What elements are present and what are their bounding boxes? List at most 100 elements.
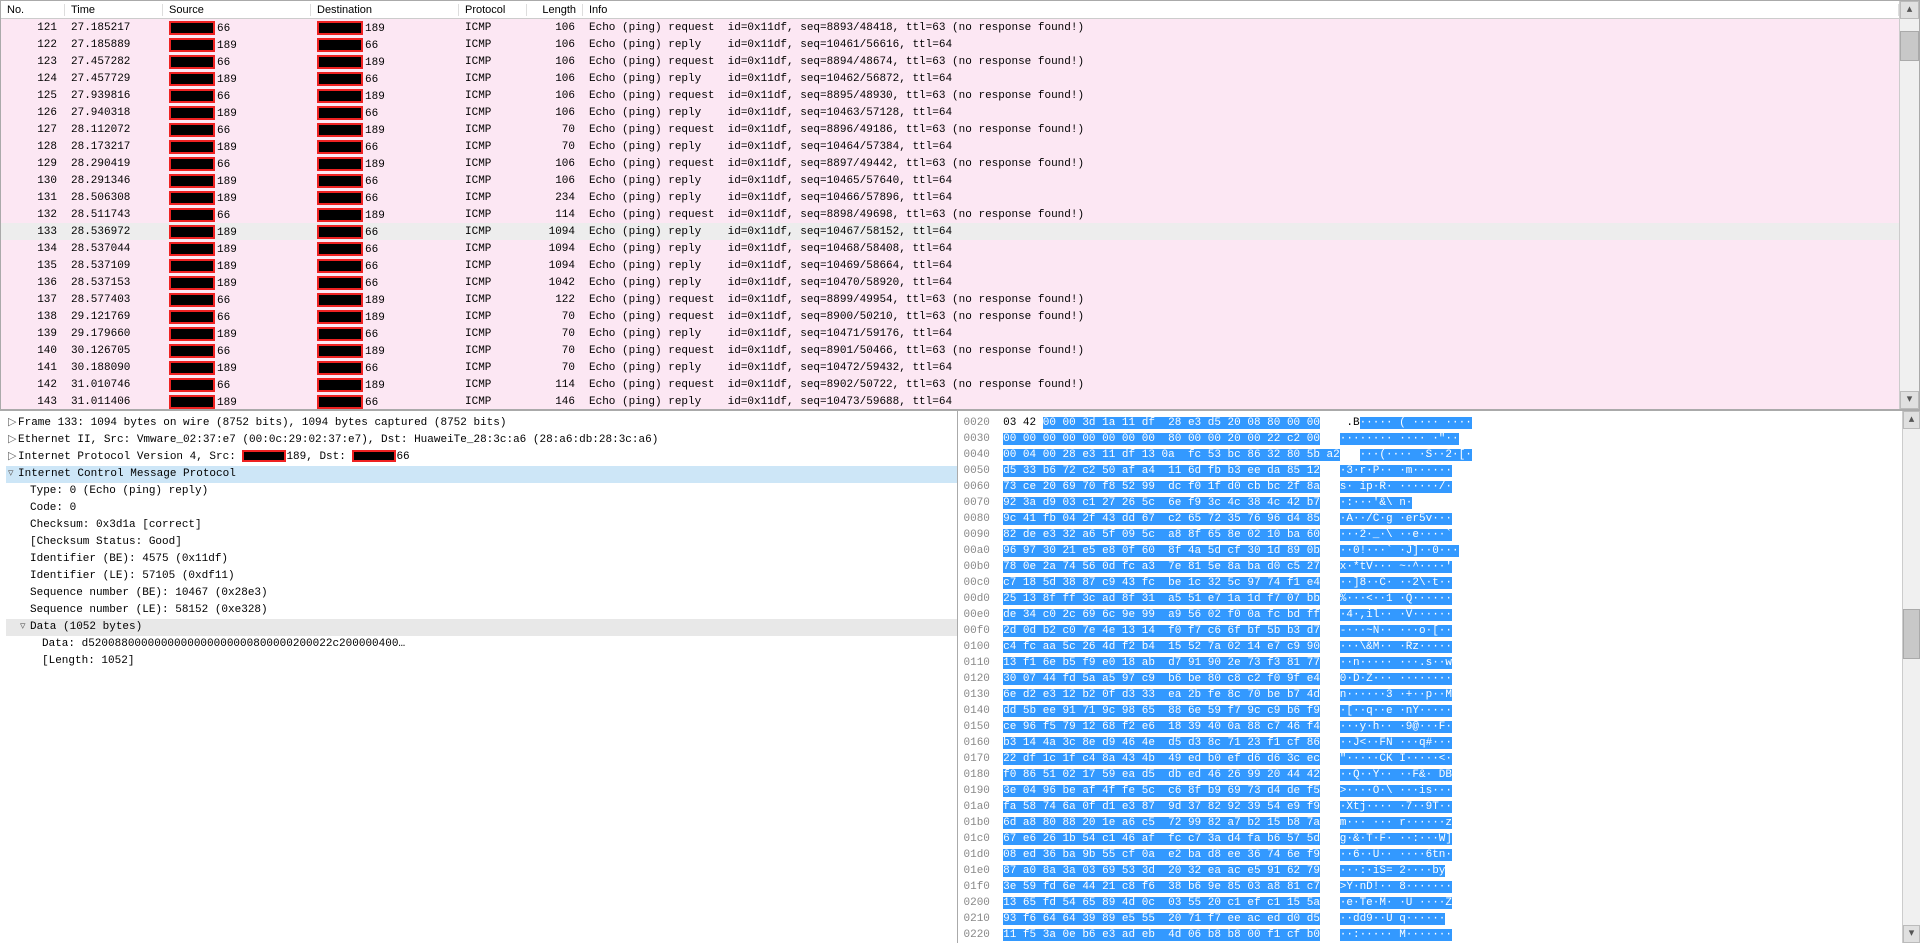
scroll-up-icon[interactable]: ▴ (1903, 411, 1920, 429)
detail-checksum[interactable]: Checksum: 0x3d1a [correct] (6, 517, 957, 534)
hex-line[interactable]: 0070 92 3a d9 03 c1 27 26 5c 6e f9 3c 4c… (964, 495, 1915, 511)
table-row[interactable]: 13628.53715318966ICMP1042Echo (ping) rep… (1, 274, 1899, 291)
hex-line[interactable]: 0060 73 ce 20 69 70 f8 52 99 dc f0 1f d0… (964, 479, 1915, 495)
detail-code[interactable]: Code: 0 (6, 500, 957, 517)
packet-list-scrollbar[interactable]: ▴ ▾ (1899, 1, 1919, 409)
table-row[interactable]: 12527.93981666189ICMP106Echo (ping) requ… (1, 87, 1899, 104)
redacted-source (169, 123, 215, 137)
scroll-up-icon[interactable]: ▴ (1900, 1, 1919, 19)
table-row[interactable]: 12327.45728266189ICMP106Echo (ping) requ… (1, 53, 1899, 70)
hex-line[interactable]: 01a0 fa 58 74 6a 0f d1 e3 87 9d 37 82 92… (964, 799, 1915, 815)
hex-line[interactable]: 0080 9c 41 fb 04 2f 43 dd 67 c2 65 72 35… (964, 511, 1915, 527)
hex-line[interactable]: 0090 82 de e3 32 a6 5f 09 5c a8 8f 65 8e… (964, 527, 1915, 543)
redacted-destination (317, 21, 363, 35)
col-header-destination[interactable]: Destination (311, 4, 459, 16)
detail-data-node[interactable]: ▿Data (1052 bytes) (6, 619, 957, 636)
col-header-info[interactable]: Info (583, 4, 1899, 16)
table-row[interactable]: 13328.53697218966ICMP1094Echo (ping) rep… (1, 223, 1899, 240)
table-row[interactable]: 12728.11207266189ICMP70Echo (ping) reque… (1, 121, 1899, 138)
col-header-time[interactable]: Time (65, 4, 163, 16)
detail-id-le[interactable]: Identifier (LE): 57105 (0xdf11) (6, 568, 957, 585)
hex-line[interactable]: 00e0 de 34 c0 2c 69 6c 9e 99 a9 56 02 f0… (964, 607, 1915, 623)
hex-line[interactable]: 0050 d5 33 b6 72 c2 50 af a4 11 6d fb b3… (964, 463, 1915, 479)
hex-line[interactable]: 0200 13 65 fd 54 65 89 4d 0c 03 55 20 c1… (964, 895, 1915, 911)
table-row[interactable]: 12227.18588918966ICMP106Echo (ping) repl… (1, 36, 1899, 53)
table-row[interactable]: 13028.29134618966ICMP106Echo (ping) repl… (1, 172, 1899, 189)
packet-header-row[interactable]: No. Time Source Destination Protocol Len… (1, 1, 1899, 19)
table-row[interactable]: 12427.45772918966ICMP106Echo (ping) repl… (1, 70, 1899, 87)
table-row[interactable]: 12928.29041966189ICMP106Echo (ping) requ… (1, 155, 1899, 172)
hex-line[interactable]: 0100 c4 fc aa 5c 26 4d f2 b4 15 52 7a 02… (964, 639, 1915, 655)
col-header-no[interactable]: No. (1, 4, 65, 16)
redacted-source (169, 225, 215, 239)
table-row[interactable]: 14030.12670566189ICMP70Echo (ping) reque… (1, 342, 1899, 359)
detail-id-be[interactable]: Identifier (BE): 4575 (0x11df) (6, 551, 957, 568)
detail-type[interactable]: Type: 0 (Echo (ping) reply) (6, 483, 957, 500)
table-row[interactable]: 13428.53704418966ICMP1094Echo (ping) rep… (1, 240, 1899, 257)
table-row[interactable]: 13728.57740366189ICMP122Echo (ping) requ… (1, 291, 1899, 308)
hex-line[interactable]: 0210 93 f6 64 64 39 89 e5 55 20 71 f7 ee… (964, 911, 1915, 927)
hex-line[interactable]: 0170 22 df 1c 1f c4 8a 43 4b 49 ed b0 ef… (964, 751, 1915, 767)
hex-line[interactable]: 0120 30 07 44 fd 5a a5 97 c9 b6 be 80 c8… (964, 671, 1915, 687)
table-row[interactable]: 13528.53710918966ICMP1094Echo (ping) rep… (1, 257, 1899, 274)
hex-line[interactable]: 00d0 25 13 8f ff 3c ad 8f 31 a5 51 e7 1a… (964, 591, 1915, 607)
detail-frame[interactable]: ▷Frame 133: 1094 bytes on wire (8752 bit… (6, 415, 957, 432)
detail-seq-le[interactable]: Sequence number (LE): 58152 (0xe328) (6, 602, 957, 619)
hex-dump-pane[interactable]: 0020 03 42 00 00 3d 1a 11 df 28 e3 d5 20… (958, 411, 1920, 943)
hex-line[interactable]: 00b0 78 0e 2a 74 56 0d fc a3 7e 81 5e 8a… (964, 559, 1915, 575)
detail-seq-be[interactable]: Sequence number (BE): 10467 (0x28e3) (6, 585, 957, 602)
scroll-thumb[interactable] (1903, 609, 1920, 659)
table-row[interactable]: 14130.18809018966ICMP70Echo (ping) reply… (1, 359, 1899, 376)
redacted-destination (317, 89, 363, 103)
hex-line[interactable]: 0140 dd 5b ee 91 71 9c 98 65 88 6e 59 f7… (964, 703, 1915, 719)
redacted-ip-src (242, 450, 286, 462)
col-header-length[interactable]: Length (527, 4, 583, 16)
table-row[interactable]: 13128.50630818966ICMP234Echo (ping) repl… (1, 189, 1899, 206)
detail-data-value[interactable]: Data: d520088000000000000000000080000020… (6, 636, 957, 653)
scroll-down-icon[interactable]: ▾ (1900, 391, 1919, 409)
packet-detail-pane[interactable]: ▷Frame 133: 1094 bytes on wire (8752 bit… (0, 411, 958, 943)
col-header-source[interactable]: Source (163, 4, 311, 16)
hex-line[interactable]: 0150 ce 96 f5 79 12 68 f2 e6 18 39 40 0a… (964, 719, 1915, 735)
hex-line[interactable]: 0040 00 04 00 28 e3 11 df 13 0a fc 53 bc… (964, 447, 1915, 463)
hex-line[interactable]: 00f0 2d 0d b2 c0 7e 4e 13 14 f0 f7 c6 6f… (964, 623, 1915, 639)
detail-ip[interactable]: ▷Internet Protocol Version 4, Src: 189, … (6, 449, 957, 466)
detail-icmp[interactable]: ▿Internet Control Message Protocol (6, 466, 957, 483)
hex-line[interactable]: 00c0 c7 18 5d 38 87 c9 43 fc be 1c 32 5c… (964, 575, 1915, 591)
detail-ethernet[interactable]: ▷Ethernet II, Src: Vmware_02:37:e7 (00:0… (6, 432, 957, 449)
redacted-source (169, 361, 215, 375)
redacted-source (169, 378, 215, 392)
hex-line[interactable]: 0020 03 42 00 00 3d 1a 11 df 28 e3 d5 20… (964, 415, 1915, 431)
hex-line[interactable]: 00a0 96 97 30 21 e5 e8 0f 60 8f 4a 5d cf… (964, 543, 1915, 559)
table-row[interactable]: 12828.17321718966ICMP70Echo (ping) reply… (1, 138, 1899, 155)
table-row[interactable]: 14231.01074666189ICMP114Echo (ping) requ… (1, 376, 1899, 393)
hex-line[interactable]: 0110 13 f1 6e b5 f9 e0 18 ab d7 91 90 2e… (964, 655, 1915, 671)
hex-line[interactable]: 0030 00 00 00 00 00 00 00 00 80 00 00 20… (964, 431, 1915, 447)
table-row[interactable]: 13228.51174366189ICMP114Echo (ping) requ… (1, 206, 1899, 223)
hex-line[interactable]: 01c0 67 e6 26 1b 54 c1 46 af fc c7 3a d4… (964, 831, 1915, 847)
redacted-destination (317, 259, 363, 273)
col-header-protocol[interactable]: Protocol (459, 4, 527, 16)
hex-line[interactable]: 0180 f0 86 51 02 17 59 ea d5 db ed 46 26… (964, 767, 1915, 783)
hex-line[interactable]: 01b0 6d a8 80 88 20 1e a6 c5 72 99 82 a7… (964, 815, 1915, 831)
detail-checksum-status[interactable]: [Checksum Status: Good] (6, 534, 957, 551)
hex-line[interactable]: 01f0 3e 59 fd 6e 44 21 c8 f6 38 b6 9e 85… (964, 879, 1915, 895)
hex-line[interactable]: 0130 6e d2 e3 12 b2 0f d3 33 ea 2b fe 8c… (964, 687, 1915, 703)
table-row[interactable]: 12127.18521766189ICMP106Echo (ping) requ… (1, 19, 1899, 36)
packet-table[interactable]: No. Time Source Destination Protocol Len… (1, 1, 1899, 409)
hex-line[interactable]: 0160 b3 14 4a 3c 8e d9 46 4e d5 d3 8c 71… (964, 735, 1915, 751)
hex-line[interactable]: 01d0 08 ed 36 ba 9b 55 cf 0a e2 ba d8 ee… (964, 847, 1915, 863)
bottom-panes: ▷Frame 133: 1094 bytes on wire (8752 bit… (0, 410, 1920, 943)
hex-line[interactable]: 0220 11 f5 3a 0e b6 e3 ad eb 4d 06 b8 b8… (964, 927, 1915, 943)
hex-line[interactable]: 01e0 87 a0 8a 3a 03 69 53 3d 20 32 ea ac… (964, 863, 1915, 879)
scroll-down-icon[interactable]: ▾ (1903, 925, 1920, 943)
table-row[interactable]: 13829.12176966189ICMP70Echo (ping) reque… (1, 308, 1899, 325)
table-row[interactable]: 12627.94031818966ICMP106Echo (ping) repl… (1, 104, 1899, 121)
table-row[interactable]: 13929.17966018966ICMP70Echo (ping) reply… (1, 325, 1899, 342)
scroll-thumb[interactable] (1900, 31, 1919, 61)
redacted-source (169, 276, 215, 290)
detail-data-length[interactable]: [Length: 1052] (6, 653, 957, 670)
hex-scrollbar[interactable]: ▴ ▾ (1902, 411, 1920, 943)
hex-line[interactable]: 0190 3e 04 96 be af 4f fe 5c c6 8f b9 69… (964, 783, 1915, 799)
table-row[interactable]: 14331.01140618966ICMP146Echo (ping) repl… (1, 393, 1899, 409)
